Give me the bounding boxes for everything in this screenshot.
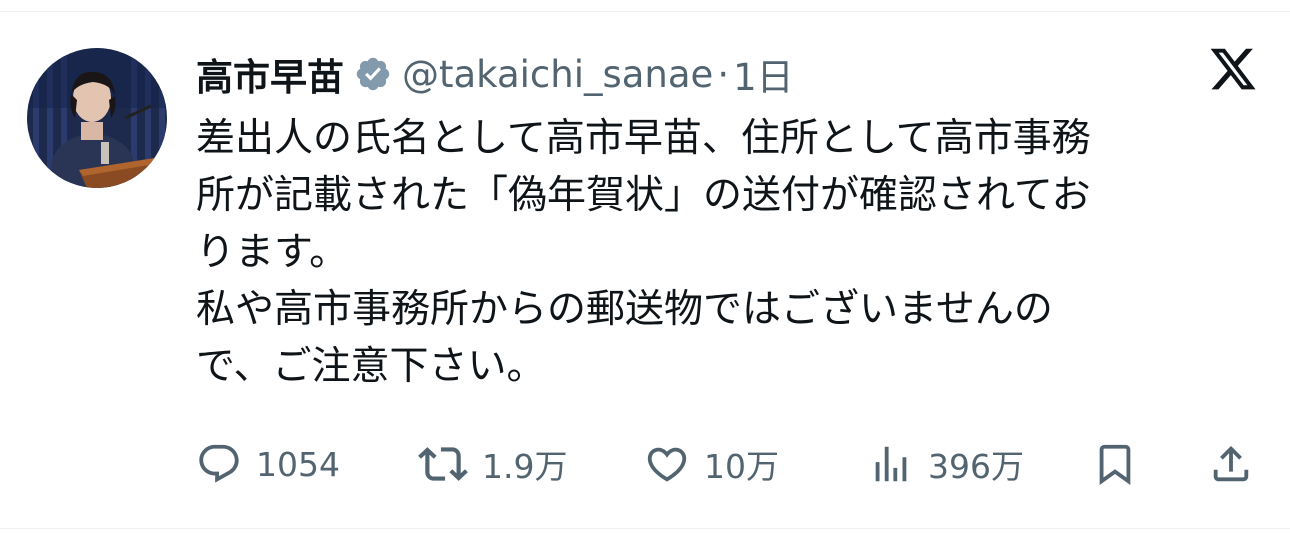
retweet-count: 1.9万 bbox=[482, 447, 568, 486]
verified-badge-icon bbox=[354, 55, 392, 93]
bookmark-icon bbox=[1092, 441, 1138, 487]
views-icon bbox=[868, 441, 914, 487]
handle[interactable]: @takaichi_sanae bbox=[402, 53, 713, 96]
reply-count: 1054 bbox=[256, 444, 340, 484]
views-count: 396万 bbox=[928, 447, 1024, 486]
tweet-header: 高市早苗 @takaichi_sanae · 1日 bbox=[196, 44, 794, 104]
tweet-line: で、ご注意下さい。 bbox=[196, 344, 546, 389]
share-icon bbox=[1208, 441, 1254, 487]
display-name[interactable]: 高市早苗 bbox=[196, 47, 344, 101]
timestamp[interactable]: 1日 bbox=[733, 47, 794, 101]
x-logo-icon[interactable] bbox=[1208, 44, 1258, 94]
tweet-line: 所が記載された「偽年賀状」の送付が確認されてお bbox=[196, 173, 1091, 218]
avatar[interactable] bbox=[27, 48, 167, 188]
reply-icon bbox=[196, 441, 242, 487]
like-button[interactable]: 10万 bbox=[644, 438, 779, 490]
tweet-line: ります。 bbox=[196, 230, 349, 275]
retweet-icon bbox=[418, 439, 468, 489]
retweet-button[interactable]: 1.9万 bbox=[418, 438, 567, 490]
bottom-divider bbox=[0, 528, 1290, 529]
heart-icon bbox=[644, 441, 690, 487]
views-button[interactable]: 396万 bbox=[868, 438, 1024, 490]
tweet-text: 差出人の氏名として高市早苗、住所として高市事務 所が記載された「偽年賀状」の送付… bbox=[196, 110, 1256, 395]
reply-button[interactable]: 1054 bbox=[196, 438, 340, 490]
share-button[interactable] bbox=[1208, 438, 1254, 490]
tweet-line: 私や高市事務所からの郵送物ではございませんの bbox=[196, 287, 1053, 332]
top-divider bbox=[0, 11, 1290, 12]
bookmark-button[interactable] bbox=[1092, 438, 1138, 490]
tweet-line: 差出人の氏名として高市早苗、住所として高市事務 bbox=[196, 116, 1091, 161]
dot-separator: · bbox=[717, 52, 730, 96]
action-bar: 1054 1.9万 10万 396万 bbox=[196, 438, 1256, 490]
like-count: 10万 bbox=[704, 447, 779, 486]
